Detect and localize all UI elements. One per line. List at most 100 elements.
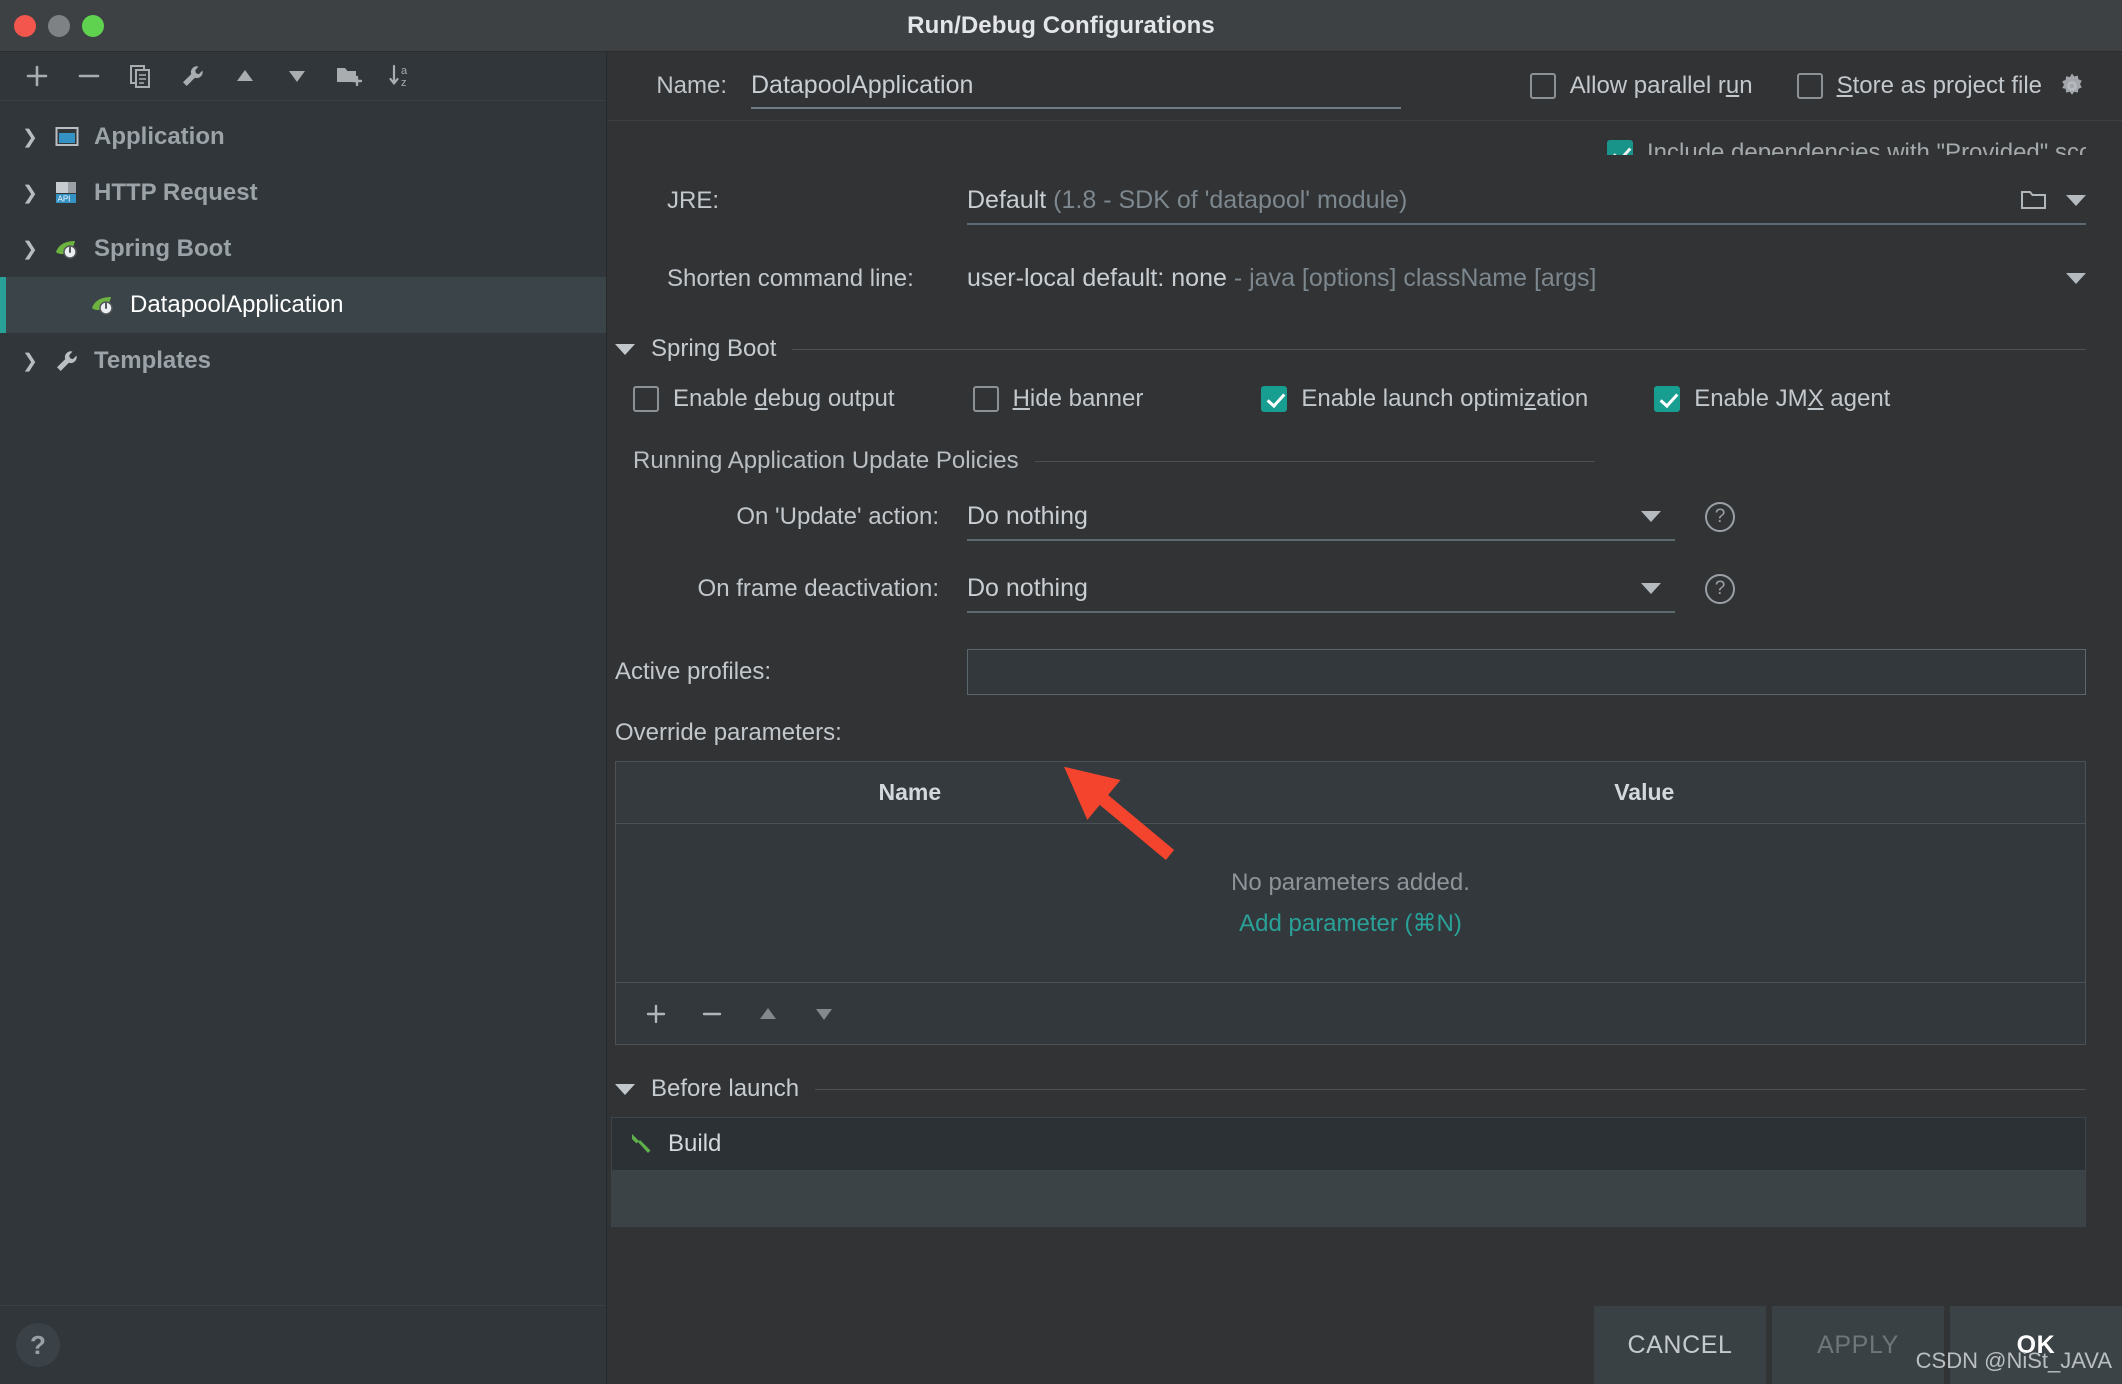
add-parameter-link[interactable]: Add parameter (⌘N) [1239,909,1462,938]
remove-configuration-icon[interactable] [74,61,104,91]
tree-item-http-request[interactable]: ❯ API HTTP Request [0,165,606,221]
chevron-right-icon[interactable]: ❯ [22,350,50,373]
move-down-arrow-icon[interactable] [282,61,312,91]
shorten-command-line-label: Shorten command line: [667,265,914,292]
before-launch-empty-area [611,1171,2086,1227]
tree-item-datapool-application[interactable]: DatapoolApplication [0,277,606,333]
collapse-triangle-icon[interactable] [615,343,635,355]
include-provided-dependencies-label: Include dependencies with "Provided" sco… [1647,139,2086,155]
active-profiles-row: Active profiles: [607,637,2086,707]
store-as-project-file-label: Store as project file [1836,72,2042,99]
checkbox-box [1796,73,1823,99]
http-request-icon: API [50,180,84,206]
spring-boot-section-title: Spring Boot [651,335,777,362]
section-divider [815,1088,2086,1090]
hide-banner-checkbox[interactable]: Hide banner [972,385,1143,413]
ok-button[interactable]: OK [1950,1306,2122,1384]
chevron-down-icon[interactable] [1641,582,1661,594]
checkbox-box [1529,73,1556,99]
spring-boot-icon [86,292,120,318]
store-as-project-file-checkbox[interactable]: Store as project file [1796,72,2042,100]
spring-boot-icon [50,236,84,262]
enable-launch-optimization-label: Enable launch optimization [1301,385,1589,412]
update-policies-title: Running Application Update Policies [633,447,1019,474]
add-configuration-icon[interactable] [22,61,52,91]
before-launch-item-label: Build [668,1130,722,1157]
include-provided-dependencies-row: Include dependencies with "Provided" sco… [607,121,2086,155]
dialog-title: Run/Debug Configurations [907,11,1215,39]
configuration-editor: Name: DatapoolApplication Allow parallel… [607,52,2122,1384]
jre-row: JRE: Default (1.8 - SDK of 'datapool' mo… [607,169,2086,233]
apply-button[interactable]: APPLY [1772,1306,1944,1384]
remove-parameter-icon[interactable] [700,1002,724,1026]
sort-alpha-icon[interactable]: a z [386,61,416,91]
cancel-button[interactable]: CANCEL [1594,1306,1766,1384]
shorten-command-line-combo[interactable]: user-local default: none - java [options… [967,255,2086,303]
configurations-tree: ❯ Application ❯ API HTTP Request ❯ Sprin… [0,100,606,1306]
help-button[interactable]: ? [16,1323,60,1367]
name-input[interactable]: DatapoolApplication [751,63,1401,109]
table-header-row: Name Value [616,762,2085,824]
checkbox-box [1261,386,1288,412]
copy-configuration-icon[interactable] [126,61,156,91]
wrench-icon [50,348,84,374]
jre-value: Default (1.8 - SDK of 'datapool' module) [967,185,1408,214]
chevron-right-icon[interactable]: ❯ [22,182,50,205]
enable-launch-optimization-checkbox[interactable]: Enable launch optimization [1261,385,1588,413]
update-policies-header: Running Application Update Policies [607,447,2086,475]
checkbox-box [1654,386,1681,412]
on-frame-deactivation-select[interactable]: Do nothing [967,565,1675,613]
move-up-arrow-icon[interactable] [230,61,260,91]
enable-debug-output-checkbox[interactable]: Enable debug output [633,385,895,413]
tree-item-templates[interactable]: ❯ Templates [0,333,606,389]
on-frame-deactivation-label: On frame deactivation: [697,575,939,602]
add-parameter-icon[interactable] [644,1002,668,1026]
tree-item-label: Application [94,123,225,150]
edit-templates-wrench-icon[interactable] [178,61,208,91]
configurations-sidebar: a z ❯ Application ❯ API HTTP Request ❯ S… [0,52,607,1384]
column-header-value: Value [1614,779,1675,805]
override-parameters-label: Override parameters: [615,719,842,746]
move-parameter-down-icon[interactable] [812,1002,836,1026]
before-launch-header: Before launch [607,1075,2086,1103]
on-update-action-label: On 'Update' action: [736,503,939,530]
on-update-action-help-icon[interactable]: ? [1705,502,1735,532]
dialog-body: a z ❯ Application ❯ API HTTP Request ❯ S… [0,52,2122,1384]
chevron-down-icon[interactable] [1641,510,1661,522]
on-frame-deactivation-value: Do nothing [967,573,1088,602]
include-provided-dependencies-checkbox[interactable]: Include dependencies with "Provided" sco… [1607,139,2086,155]
tree-item-label: Spring Boot [94,235,232,262]
allow-parallel-run-checkbox[interactable]: Allow parallel run [1529,72,1753,100]
move-parameter-up-icon[interactable] [756,1002,780,1026]
on-update-action-select[interactable]: Do nothing [967,493,1675,541]
table-toolbar [616,982,2085,1044]
on-update-action-row: On 'Update' action: Do nothing ? [607,481,2086,553]
chevron-right-icon[interactable]: ❯ [22,126,50,149]
chevron-down-icon[interactable] [2066,272,2086,284]
checkbox-box [1607,140,1633,155]
column-header-name: Name [878,779,942,805]
before-launch-item-build[interactable]: Build [611,1117,2086,1171]
gear-icon[interactable] [2058,72,2086,100]
tree-item-label: DatapoolApplication [130,291,344,318]
enable-jmx-agent-checkbox[interactable]: Enable JMX agent [1654,385,1890,413]
create-folder-icon[interactable] [334,61,364,91]
active-profiles-input[interactable] [967,649,2086,695]
checkbox-box [972,386,999,412]
before-launch-title: Before launch [651,1075,800,1102]
sidebar-toolbar: a z [0,52,606,100]
chevron-down-icon[interactable]: ❯ [22,238,50,261]
chevron-down-icon[interactable] [2066,194,2086,206]
browse-folder-icon[interactable] [2020,188,2048,212]
tree-item-spring-boot[interactable]: ❯ Spring Boot [0,221,606,277]
section-divider [792,348,2086,350]
run-debug-configurations-dialog: Run/Debug Configurations a z ❯ Applicati… [0,0,2122,1384]
collapse-triangle-icon[interactable] [615,1083,635,1095]
svg-text:a: a [401,65,408,77]
jre-combo[interactable]: Default (1.8 - SDK of 'datapool' module) [967,177,2086,225]
override-parameters-table: Name Value No parameters added. Add para… [615,761,2086,1045]
on-frame-deactivation-help-icon[interactable]: ? [1705,574,1735,604]
sidebar-footer: ? [0,1306,606,1384]
shorten-command-line-row: Shorten command line: user-local default… [607,247,2086,311]
tree-item-application[interactable]: ❯ Application [0,109,606,165]
